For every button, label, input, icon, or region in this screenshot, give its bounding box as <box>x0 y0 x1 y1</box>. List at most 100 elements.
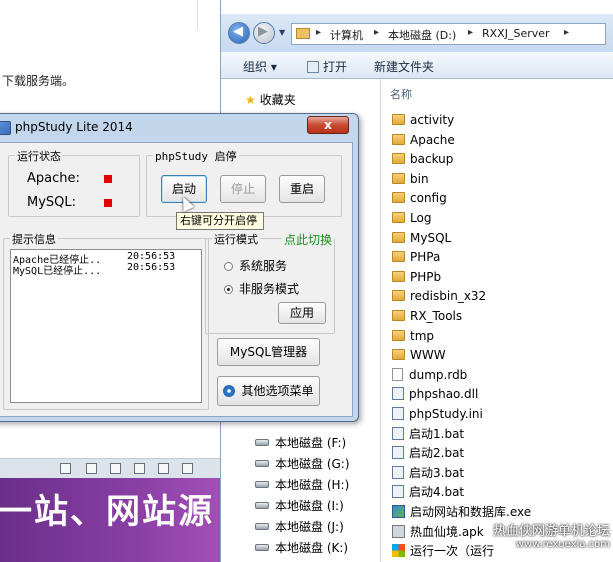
file-item[interactable]: 启动3.bat <box>392 464 464 482</box>
file-item[interactable]: backup <box>392 150 453 168</box>
file-name: phpStudy.ini <box>409 407 483 421</box>
folder-icon <box>392 349 405 361</box>
chevron-right-icon[interactable]: ▸ <box>564 27 569 38</box>
file-item[interactable]: activity <box>392 111 454 129</box>
drive-i[interactable]: 本地磁盘 (I:) <box>255 497 344 514</box>
folder-icon <box>392 290 405 302</box>
new-folder-button[interactable]: 新建文件夹 <box>374 58 434 75</box>
control-group: phpStudy 启停 启动 停止 重启 <box>146 148 342 217</box>
organize-button[interactable]: 组织 ▾ <box>243 58 277 75</box>
watermark: 热血侠网游单机论坛 www.rexuexia.com <box>276 520 613 560</box>
banner-text: 一站、网站源 <box>0 492 214 532</box>
breadcrumb-drive-d[interactable]: 本地磁盘 (D:) <box>388 27 456 43</box>
file-item[interactable]: 启动网站和数据库.exe <box>392 503 531 521</box>
dialog-body: 运行状态 Apache: MySQL: phpStudy 启停 启动 停止 重启… <box>0 142 353 417</box>
stop-button[interactable]: 停止 <box>220 175 266 203</box>
breadcrumb-rxxj-server[interactable]: RXXJ_Server <box>482 27 550 40</box>
file-name: redisbin_x32 <box>410 289 487 304</box>
phpstudy-dialog: phpStudy Lite 2014 x 运行状态 Apache: MySQL:… <box>0 113 359 422</box>
favorites-item[interactable]: ★ 收藏夹 <box>245 91 296 108</box>
file-item[interactable]: phpshao.dll <box>392 385 478 403</box>
folder-icon <box>392 231 405 243</box>
file-item[interactable]: Log <box>392 209 431 227</box>
list-icon[interactable] <box>134 463 145 474</box>
file-list: 名称 activity Apache backup bin config Log MySQL… <box>382 79 613 562</box>
file-name: 启动网站和数据库.exe <box>410 505 532 519</box>
settings-file-icon <box>392 407 404 420</box>
file-name: PHPb <box>410 269 442 284</box>
file-item[interactable]: RX_Tools <box>392 307 462 325</box>
dialog-title: phpStudy Lite 2014 <box>15 120 133 134</box>
recent-pages-dropdown-icon[interactable]: ▼ <box>279 28 285 37</box>
page-icon[interactable] <box>110 463 121 474</box>
history-icon[interactable] <box>60 463 71 474</box>
file-name: PHPa <box>410 250 441 265</box>
close-button[interactable]: x <box>307 116 349 134</box>
file-name: activity <box>410 113 455 127</box>
address-bar[interactable]: ▸ 计算机 ▸ 本地磁盘 (D:) ▸ RXXJ_Server ▸ <box>291 23 606 45</box>
radio-icon <box>224 262 233 271</box>
chevron-right-icon[interactable]: ▸ <box>374 27 379 38</box>
file-item[interactable]: PHPb <box>392 268 441 286</box>
file-item[interactable]: MySQL <box>392 229 451 247</box>
layout-icon[interactable] <box>182 463 193 474</box>
apply-button[interactable]: 应用 <box>278 302 326 324</box>
hard-drive-icon <box>255 439 269 446</box>
file-name: MySQL <box>410 230 452 245</box>
hard-drive-icon <box>255 523 269 530</box>
file-item[interactable]: 启动4.bat <box>392 483 464 501</box>
info-group-label: 提示信息 <box>10 231 58 247</box>
file-name: phpshao.dll <box>409 387 479 402</box>
mysql-status-indicator <box>104 199 112 207</box>
watermark-title: 热血侠网游单机论坛 <box>492 524 610 539</box>
info-group: 提示信息 Apache已经停止.. 20:56:53 MySQL已经停止... … <box>3 231 209 410</box>
file-name: backup <box>410 152 454 167</box>
file-name: 启动1.bat <box>409 426 465 441</box>
folder-icon <box>392 192 405 204</box>
drive-h[interactable]: 本地磁盘 (H:) <box>255 476 349 493</box>
file-item[interactable]: 启动1.bat <box>392 425 464 443</box>
doc-toolbar <box>0 458 230 478</box>
radio-system-service[interactable]: 系统服务 <box>224 257 287 274</box>
radio-non-service-mode[interactable]: 非服务模式 <box>224 280 299 297</box>
file-name: 启动3.bat <box>409 465 465 480</box>
switch-mode-link[interactable]: 点此切换 <box>282 231 335 248</box>
folder-icon <box>392 133 405 145</box>
file-item[interactable]: WWW <box>392 346 446 364</box>
apache-status-indicator <box>104 175 112 183</box>
restart-button[interactable]: 重启 <box>279 175 325 203</box>
drive-f[interactable]: 本地磁盘 (F:) <box>255 434 346 451</box>
control-group-label: phpStudy 启停 <box>153 148 239 164</box>
file-item[interactable]: tmp <box>392 327 434 345</box>
other-options-button[interactable]: 其他选项菜单 <box>217 376 320 406</box>
file-item[interactable]: phpStudy.ini <box>392 405 483 423</box>
forward-button[interactable]: ▶ <box>253 22 275 44</box>
hard-drive-icon <box>255 460 269 467</box>
chevron-right-icon[interactable]: ▸ <box>316 27 321 38</box>
open-button[interactable]: 打开 <box>307 58 347 75</box>
grid-icon[interactable] <box>158 463 169 474</box>
file-name: bin <box>410 171 429 186</box>
file-item[interactable]: config <box>392 189 447 207</box>
file-item[interactable]: redisbin_x32 <box>392 287 486 305</box>
file-item[interactable]: 启动2.bat <box>392 444 464 462</box>
file-item[interactable]: PHPa <box>392 248 440 266</box>
fullscreen-icon[interactable] <box>86 463 97 474</box>
breadcrumb-computer[interactable]: 计算机 <box>330 27 363 43</box>
folder-icon <box>392 153 405 165</box>
settings-file-icon <box>392 465 404 479</box>
file-item[interactable]: dump.rdb <box>392 366 467 384</box>
log-box[interactable]: Apache已经停止.. 20:56:53 MySQL已经停止... 20:56… <box>10 249 202 403</box>
file-item[interactable]: bin <box>392 170 429 188</box>
folder-icon <box>392 329 405 341</box>
back-button[interactable]: ◀ <box>228 22 250 44</box>
doc-banner: 一站、网站源 <box>0 478 230 562</box>
status-group-label: 运行状态 <box>15 148 63 164</box>
chevron-right-icon[interactable]: ▸ <box>468 27 473 38</box>
column-header-name[interactable]: 名称 <box>390 86 412 102</box>
file-item[interactable]: Apache <box>392 131 455 149</box>
file-name: Apache <box>410 132 455 147</box>
mysql-manager-button[interactable]: MySQL管理器 <box>217 338 320 366</box>
drive-g[interactable]: 本地磁盘 (G:) <box>255 455 350 472</box>
folder-icon <box>392 310 405 321</box>
